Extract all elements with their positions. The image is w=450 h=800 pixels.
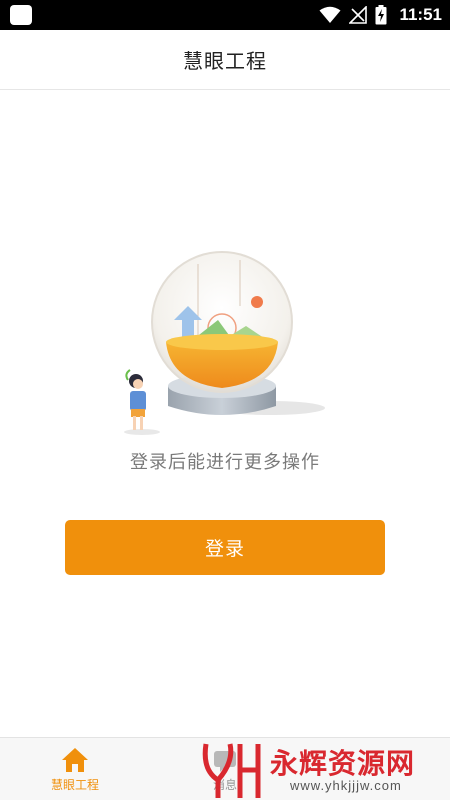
no-signal-icon (349, 6, 368, 24)
nav-home-label: 慧眼工程 (50, 778, 99, 792)
login-prompt: 登录后能进行更多操作 (130, 452, 320, 473)
status-icons: 11:51 (319, 0, 442, 30)
screen: 11:51 慧眼工程 登录后能进行更多操作 登录 慧眼工程 消息 永辉资源网 w… (0, 0, 450, 800)
yh-logo (202, 743, 261, 798)
page-title: 慧眼工程 (183, 49, 267, 73)
nav-item-home[interactable]: 慧眼工程 (0, 738, 150, 800)
battery-charging-icon (375, 5, 387, 25)
status-time: 11:51 (399, 5, 442, 24)
home-icon (62, 748, 88, 772)
watermark-text: 永辉资源网 (270, 747, 416, 780)
person-figure (124, 369, 160, 435)
app-square-icon (10, 5, 32, 25)
title-bar: 慧眼工程 (0, 30, 450, 90)
crystal-ball-illustration (124, 251, 325, 435)
watermark-url: www.yhkjjjw.com (290, 778, 402, 793)
login-button[interactable]: 登录 (65, 520, 385, 575)
status-bar: 11:51 (0, 0, 450, 30)
watermark: 永辉资源网 www.yhkjjjw.com (200, 740, 450, 800)
wifi-icon (319, 6, 341, 23)
